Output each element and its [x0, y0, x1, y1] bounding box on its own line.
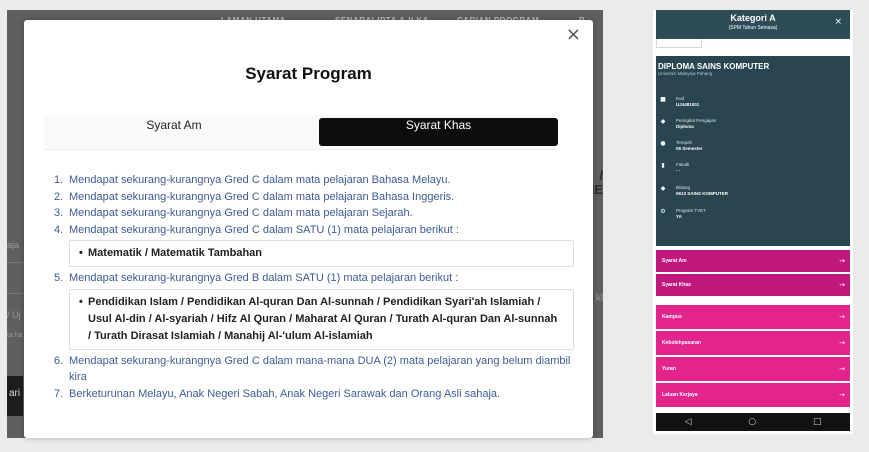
requirement-text: Mendapat sekurang-kurangnya Gred C dalam…: [69, 207, 413, 219]
background-text-fragment: kl: [595, 293, 603, 304]
background-text-fragment: /: [599, 168, 603, 183]
arrow-right-icon: →: [839, 391, 845, 399]
program-card: DIPLOMA SAINS KOMPUTER Universiti Malays…: [656, 56, 850, 246]
requirement-text: Mendapat sekurang-kurangnya Gred C dalam…: [69, 354, 571, 384]
requirement-number: 5.: [54, 272, 64, 284]
requirement-number: 1.: [54, 174, 64, 186]
phone-screenshot: Kategori A (SPM Tahun Semasa) × DIPLOMA …: [653, 10, 853, 434]
android-nav-bar: ◁ ○ □: [656, 413, 850, 431]
arrow-right-icon: →: [839, 281, 845, 289]
arrow-right-icon: →: [839, 313, 845, 321]
program-name: DIPLOMA SAINS KOMPUTER: [658, 62, 770, 71]
phone-header: Kategori A (SPM Tahun Semasa) ×: [656, 10, 850, 39]
phone-header-subtitle: (SPM Tahun Semasa): [728, 25, 778, 31]
requirement-number: 3.: [54, 207, 64, 219]
gear-icon: ⚙: [660, 208, 666, 215]
background-divider: [7, 262, 23, 263]
requirement-text: Mendapat sekurang-kurangnya Gred B dalam…: [69, 272, 459, 284]
menu-syarat-am[interactable]: Syarat Am →: [656, 250, 850, 272]
subject-list-text: Pendidikan Islam / Pendidikan Al-quran D…: [88, 295, 558, 342]
requirement-item: 1. Mendapat sekurang-kurangnya Gred C da…: [54, 172, 574, 189]
back-icon[interactable]: ◁: [684, 417, 691, 427]
close-icon[interactable]: ×: [566, 24, 581, 45]
university-name: Universiti Malaysia Pahang: [658, 71, 713, 76]
building-icon: ▮: [661, 162, 665, 169]
home-icon[interactable]: ○: [748, 417, 756, 427]
subject-box: • Matematik / Matematik Tambahan: [54, 240, 574, 267]
detail-fakulti: ▮ Fakulti - -: [661, 162, 690, 173]
phone-header-title: Kategori A: [730, 13, 776, 23]
requirement-number: 6.: [54, 354, 64, 367]
bookmark-icon: ■: [660, 96, 666, 103]
requirement-text: Berketurunan Melayu, Anak Negeri Sabah, …: [69, 387, 501, 400]
background-text-fragment: / Uj: [7, 310, 21, 320]
requirement-item: 5. Mendapat sekurang-kurangnya Gred B da…: [54, 270, 574, 287]
menu-syarat-khas[interactable]: Syarat Khas →: [656, 274, 850, 296]
requirement-item: 3. Mendapat sekurang-kurangnya Gred C da…: [54, 205, 574, 222]
requirement-item: 6. Mendapat sekurang-kurangnya Gred C da…: [54, 353, 574, 386]
arrow-right-icon: →: [839, 365, 845, 373]
phone-search-stub[interactable]: [656, 39, 702, 48]
menu-laluan-kerjaya[interactable]: Laluan Kerjaya →: [656, 383, 850, 407]
menu-yuran[interactable]: Yuran →: [656, 357, 850, 381]
background-button[interactable]: ari: [7, 376, 23, 416]
clock-icon: ●: [660, 140, 666, 147]
requirement-number: 4.: [54, 223, 64, 236]
syarat-program-modal: × Syarat Program Syarat Am Syarat Khas 1…: [24, 20, 593, 438]
bullet-icon: •: [79, 295, 83, 308]
requirement-text: Mendapat sekurang-kurangnya Gred C dalam…: [69, 190, 455, 203]
menu-kebolehpasaran[interactable]: Kebolehpasaran →: [656, 331, 850, 355]
requirement-text: Mendapat sekurang-kurangnya Gred C dalam…: [69, 223, 459, 236]
arrow-right-icon: →: [839, 257, 845, 265]
detail-tvet: ⚙ Program TVET YA: [660, 208, 706, 219]
subject-list-text: Matematik / Matematik Tambahan: [88, 247, 263, 259]
requirement-number: 2.: [54, 190, 64, 203]
background-text-fragment: aja: [7, 240, 20, 250]
tab-bar: Syarat Am Syarat Khas: [44, 115, 558, 150]
recent-apps-icon[interactable]: □: [813, 417, 822, 427]
background-text-fragment: ta ha: [7, 332, 23, 339]
requirement-number: 7.: [54, 387, 64, 400]
bullet-icon: •: [79, 247, 83, 259]
phone-close-icon[interactable]: ×: [834, 17, 842, 27]
graduation-cap-icon: ◆: [660, 118, 666, 125]
requirement-item: 2. Mendapat sekurang-kurangnya Gred C da…: [54, 189, 574, 206]
tab-syarat-am[interactable]: Syarat Am: [44, 118, 304, 146]
detail-tempoh: ● Tempoh 06 Semester: [660, 140, 703, 151]
requirement-item: 4. Mendapat sekurang-kurangnya Gred C da…: [54, 222, 574, 239]
detail-bidang: ◆ Bidang 0613 SAINS KOMPUTER: [660, 185, 729, 196]
background-divider: [7, 293, 23, 294]
requirement-item: 7. Berketurunan Melayu, Anak Negeri Saba…: [54, 386, 574, 403]
modal-title: Syarat Program: [245, 64, 372, 83]
requirements-list: 1. Mendapat sekurang-kurangnya Gred C da…: [54, 172, 574, 402]
detail-kod: ■ Kod UJ4481001: [660, 96, 700, 107]
book-icon: ◆: [660, 185, 666, 192]
requirement-text: Mendapat sekurang-kurangnya Gred C dalam…: [69, 174, 451, 186]
detail-peringkat: ◆ Peringkat Pengajian Diploma: [660, 118, 717, 129]
tab-syarat-khas[interactable]: Syarat Khas: [319, 118, 558, 146]
subject-box: • Pendidikan Islam / Pendidikan Al-quran…: [54, 288, 574, 350]
arrow-right-icon: →: [839, 339, 845, 347]
menu-kampus[interactable]: Kampus →: [656, 305, 850, 329]
